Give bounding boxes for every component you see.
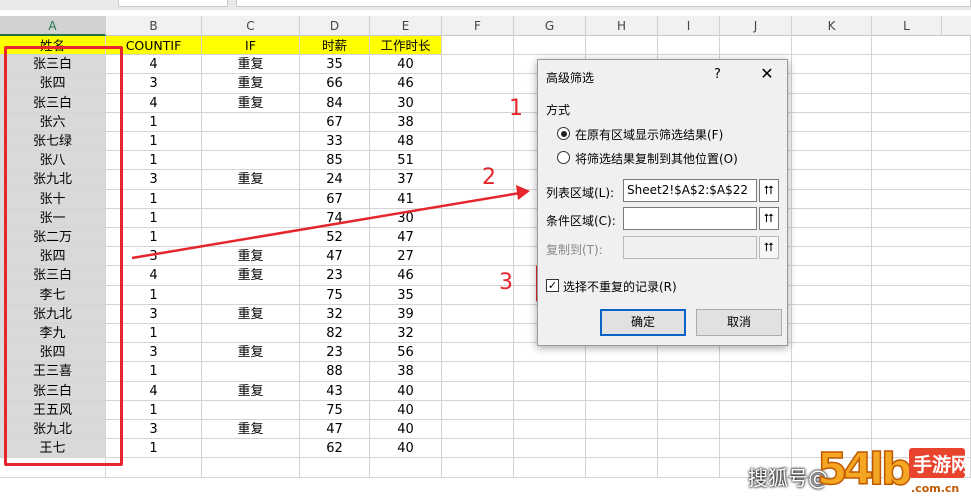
ok-button[interactable]: 确定 (600, 309, 686, 336)
unique-records-checkbox[interactable]: ✓ (546, 279, 559, 292)
copy-to-label: 复制到(T): (546, 243, 603, 257)
svg-text:.com.cn: .com.cn (911, 482, 959, 495)
option-copy-label[interactable]: 将筛选结果复制到其他位置(O) (575, 150, 738, 167)
watermark-logo: 5 4 l b 手游网 .com.cn (817, 443, 967, 496)
arrow-head (516, 185, 530, 200)
svg-text:手游网: 手游网 (913, 453, 967, 476)
cancel-button[interactable]: 取消 (696, 309, 782, 336)
radio-copy-elsewhere[interactable] (557, 151, 570, 164)
mode-label: 方式 (546, 103, 571, 117)
list-range-input[interactable]: Sheet2!$A$2:$A$22 (623, 179, 757, 202)
close-icon[interactable]: ✕ (758, 64, 776, 83)
advanced-filter-dialog: 高级筛选 ? ✕ 方式 在原有区域显示筛选结果(F) 将筛选结果复制到其他位置(… (537, 59, 788, 346)
criteria-range-input[interactable] (623, 207, 757, 230)
arrow-line (131, 191, 521, 260)
copy-to-input (623, 236, 757, 259)
unique-records-label[interactable]: 选择不重复的记录(R) (563, 278, 677, 295)
svg-text:b: b (881, 444, 913, 495)
help-icon[interactable]: ? (714, 67, 721, 82)
watermark-text: 搜狐号@ (748, 466, 828, 490)
dialog-title: 高级筛选 (546, 71, 595, 85)
option-in-place-label[interactable]: 在原有区域显示筛选结果(F) (575, 126, 723, 143)
copy-to-picker-icon: ⮅ (759, 236, 779, 259)
criteria-range-label: 条件区域(C): (546, 214, 616, 228)
list-range-label: 列表区域(L): (546, 186, 615, 200)
annotation-arrow (131, 185, 530, 260)
radio-in-place[interactable] (557, 127, 570, 140)
criteria-range-picker-icon[interactable]: ⮅ (759, 207, 779, 230)
list-range-picker-icon[interactable]: ⮅ (759, 179, 779, 202)
